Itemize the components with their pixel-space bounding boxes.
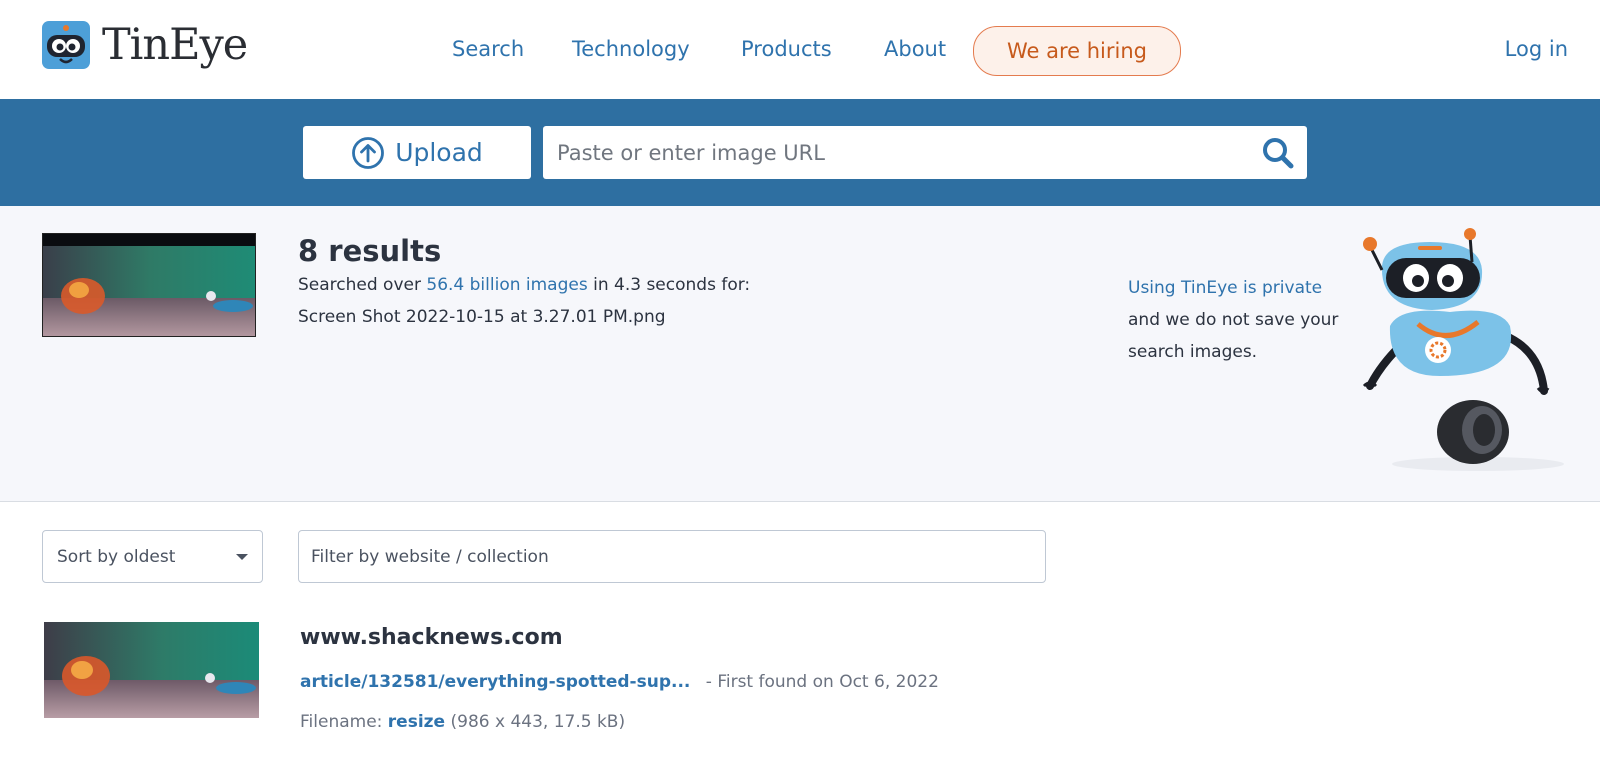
nav-technology[interactable]: Technology [572,37,690,61]
privacy-notice: Using TinEye is private and we do not sa… [1128,272,1358,368]
upload-label: Upload [395,138,483,167]
first-found-date: - First found on Oct 6, 2022 [705,672,939,692]
index-size-link[interactable]: 56.4 billion images [426,275,587,295]
site-header: TinEye Search Technology Products About … [0,0,1600,99]
filename-label: Filename: [300,712,383,732]
result-source-line: article/132581/everything-spotted-sup...… [300,672,939,692]
result-thumbnail[interactable] [44,622,259,718]
search-icon[interactable] [1261,136,1295,170]
image-url-input[interactable] [557,126,1247,179]
login-link[interactable]: Log in [1505,37,1568,61]
query-image-thumbnail[interactable] [42,233,256,337]
caret-down-icon [236,554,248,560]
result-page-link[interactable]: article/132581/everything-spotted-sup... [300,672,690,692]
privacy-text: and we do not save your search images. [1128,310,1339,362]
sort-value: Sort by oldest [57,546,176,567]
file-dimensions-size: (986 x 443, 17.5 kB) [450,712,626,732]
main-nav: Search Technology Products About We are … [0,26,1600,76]
upload-arrow-icon [352,136,385,169]
filter-website-input[interactable] [299,531,1045,582]
upload-button[interactable]: Upload [303,126,531,179]
query-image [43,234,255,336]
searched-suffix: in 4.3 seconds for: [593,275,751,295]
result-file-info: Filename: resize (986 x 443, 17.5 kB) [300,712,625,732]
search-stats: Searched over 56.4 billion images in 4.3… [298,275,750,295]
searched-prefix: Searched over [298,275,421,295]
nav-about[interactable]: About [884,37,946,61]
result-image [44,622,259,718]
robot-mascot-illustration [1362,228,1564,471]
nav-products[interactable]: Products [741,37,832,61]
search-band: Upload [0,99,1600,206]
sort-select[interactable]: Sort by oldest [42,530,263,583]
result-domain: www.shacknews.com [300,625,563,650]
results-count: 8 results [298,234,442,268]
result-filename-link[interactable]: resize [388,712,445,732]
url-search-box [543,126,1307,179]
results-summary: 8 results Searched over 56.4 billion ima… [0,206,1600,502]
hiring-button[interactable]: We are hiring [973,26,1181,76]
privacy-link[interactable]: Using TinEye is private [1128,272,1358,304]
nav-search[interactable]: Search [452,37,524,61]
filter-field [298,530,1046,583]
query-filename: Screen Shot 2022-10-15 at 3.27.01 PM.png [298,307,666,327]
